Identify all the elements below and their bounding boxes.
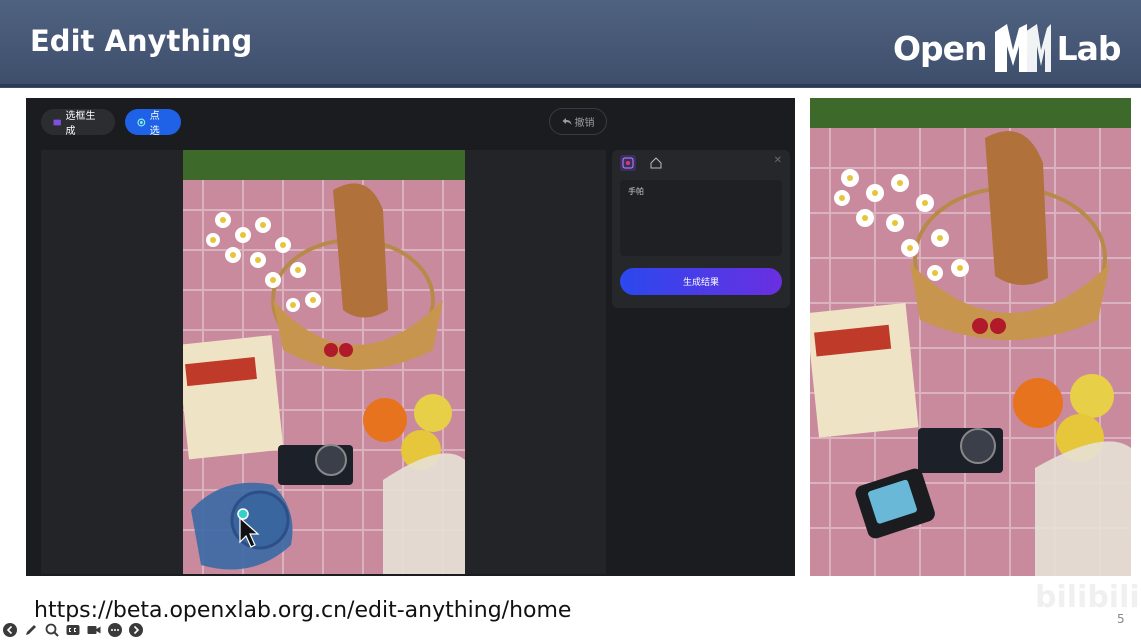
- back-icon[interactable]: [2, 622, 18, 638]
- undo-label: 撤销: [574, 118, 595, 129]
- header-divider: [0, 84, 1141, 87]
- image-edit-icon: [622, 157, 634, 169]
- logo-text-lab: Lab: [1056, 28, 1122, 68]
- slide-title: Edit Anything: [30, 24, 253, 58]
- captions-icon[interactable]: [65, 622, 81, 638]
- mm-logo-icon: [994, 24, 1051, 72]
- box-generate-label: 选框生成: [65, 111, 96, 137]
- slide-header: Edit Anything Open Lab: [0, 0, 1141, 88]
- prompt-input[interactable]: 手帕: [620, 180, 782, 256]
- result-image: [810, 98, 1131, 576]
- pen-icon[interactable]: [23, 622, 39, 638]
- edit-anything-app: 选框生成 点选 撤销 ✕ 手帕 生成结果: [26, 98, 795, 576]
- watermark: bilibili: [1035, 580, 1140, 615]
- zoom-icon[interactable]: [44, 622, 60, 638]
- box-generate-mode-button[interactable]: 选框生成: [41, 109, 115, 137]
- presentation-toolbar: [2, 622, 144, 638]
- generate-result-button[interactable]: 生成结果: [620, 268, 782, 295]
- source-url[interactable]: https://beta.openxlab.org.cn/edit-anythi…: [34, 598, 571, 623]
- home-icon: [650, 157, 662, 169]
- home-tab-button[interactable]: [648, 155, 664, 171]
- image-tab-button[interactable]: [620, 155, 636, 171]
- more-icon[interactable]: [107, 622, 123, 638]
- point-select-label: 点选: [149, 111, 160, 137]
- close-icon[interactable]: ✕: [774, 155, 782, 166]
- point-select-mode-button[interactable]: 点选: [125, 109, 181, 137]
- video-icon[interactable]: [86, 622, 102, 638]
- openmmlab-logo: Open Lab: [893, 20, 1122, 76]
- point-select-icon: [137, 118, 146, 126]
- undo-button[interactable]: 撤销: [549, 108, 607, 135]
- undo-icon: [562, 118, 571, 125]
- forward-icon[interactable]: [128, 622, 144, 638]
- prompt-panel: ✕ 手帕 生成结果: [612, 150, 790, 308]
- picnic-photo[interactable]: [183, 150, 465, 574]
- box-select-icon: [53, 119, 61, 125]
- editing-canvas: [41, 150, 606, 574]
- logo-text-open: Open: [893, 28, 988, 68]
- page-number: 5: [1117, 612, 1125, 626]
